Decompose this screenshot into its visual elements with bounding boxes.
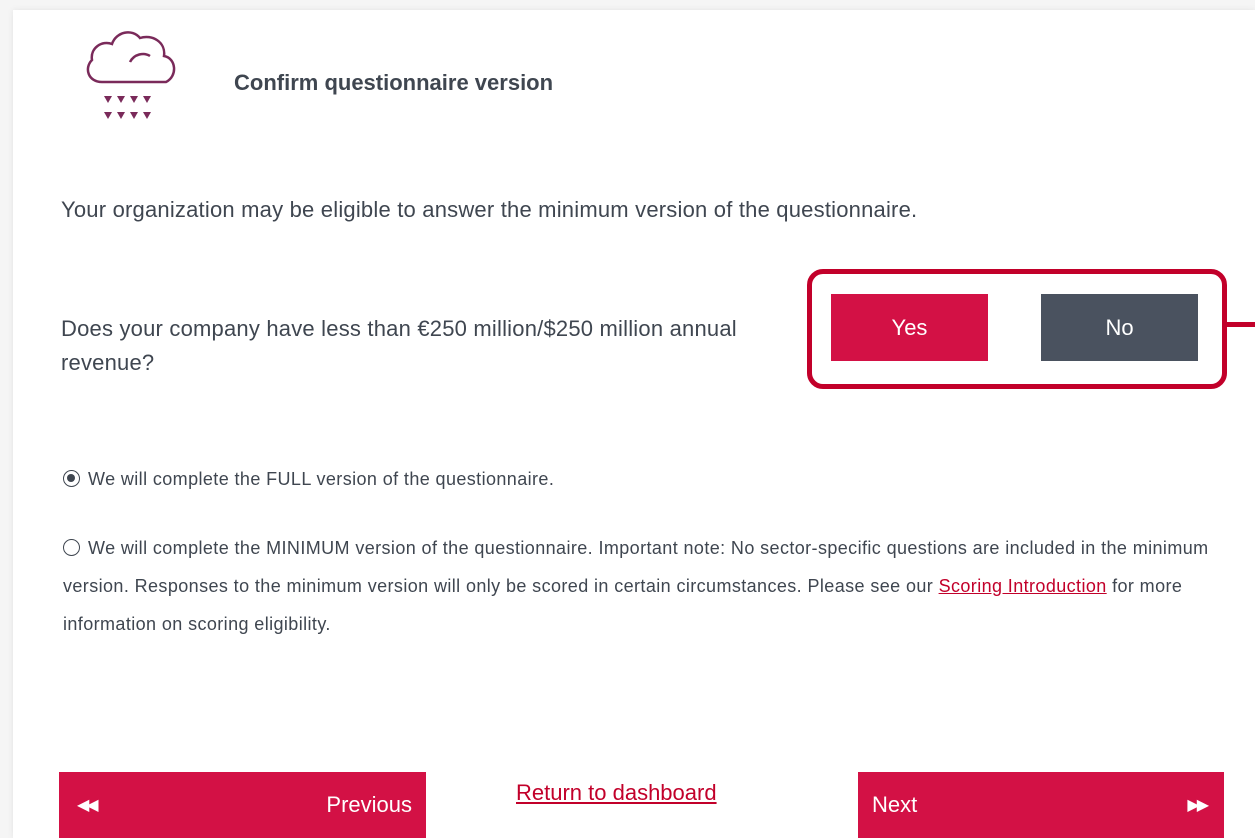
previous-button[interactable]: ◀◀ Previous — [59, 772, 426, 838]
intro-text: Your organization may be eligible to ans… — [61, 197, 918, 222]
option-full-version[interactable]: We will complete the FULL version of the… — [63, 460, 554, 498]
cloud-rain-icon — [86, 31, 176, 119]
yes-button[interactable]: Yes — [831, 294, 988, 361]
highlight-pointer — [1222, 322, 1255, 327]
option-minimum-version[interactable]: We will complete the MINIMUM version of … — [63, 529, 1233, 643]
radio-full[interactable] — [63, 470, 80, 487]
option-full-label: We will complete the FULL version of the… — [88, 469, 555, 489]
next-label: Next — [872, 792, 918, 817]
previous-arrow-icon: ◀◀ — [77, 797, 99, 814]
next-button[interactable]: Next ▶▶ — [858, 772, 1224, 838]
questionnaire-card — [13, 10, 1255, 838]
previous-label: Previous — [326, 792, 412, 817]
next-arrow-icon: ▶▶ — [1187, 797, 1209, 814]
no-button[interactable]: No — [1041, 294, 1198, 361]
page-title: Confirm questionnaire version — [234, 70, 554, 95]
scoring-introduction-link[interactable]: Scoring Introduction — [939, 576, 1107, 596]
radio-minimum[interactable] — [63, 539, 80, 556]
revenue-question: Does your company have less than €250 mi… — [61, 316, 737, 375]
return-to-dashboard-link[interactable]: Return to dashboard — [516, 780, 717, 806]
